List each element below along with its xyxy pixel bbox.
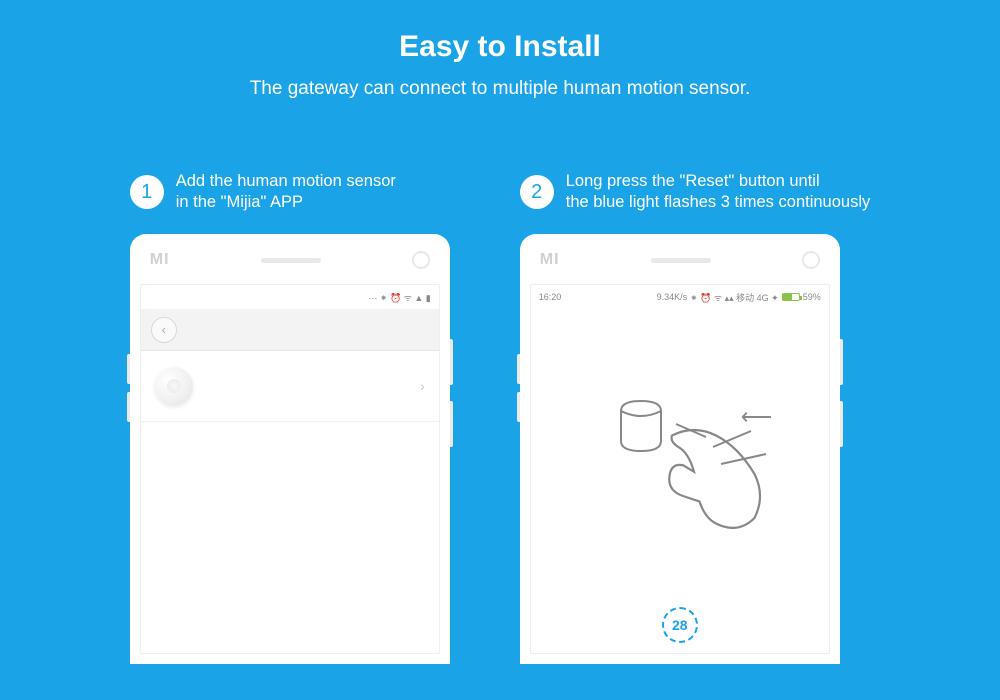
battery-percent: 59%: [803, 292, 821, 302]
step-2-header: 2 Long press the "Reset" button until th…: [520, 170, 871, 214]
phone-1-statusbar: ⋯ ⁕ ⏰ ᯤ ▲ ▮: [141, 285, 439, 309]
step-2-text: Long press the "Reset" button until the …: [566, 171, 871, 214]
phone-2-screen: 16:20 9.34K/s ⁕ ⏰ ᯤ ▴▴ 移动 4G ✦ 59%: [530, 284, 830, 654]
hand-pressing-icon: [631, 419, 781, 529]
phone-1-right-buttons: [450, 339, 453, 463]
chevron-right-icon: ›: [420, 378, 425, 394]
phone-2-top: MI: [530, 242, 830, 278]
status-netspeed: 9.34K/s: [657, 292, 688, 302]
step-2-line1: Long press the "Reset" button until: [566, 172, 820, 190]
reset-illustration: ⟵: [531, 309, 829, 569]
step-1-badge: 1: [130, 175, 164, 209]
phone-2-right-buttons: [840, 339, 843, 463]
motion-sensor-icon: [155, 367, 193, 405]
mi-logo-icon: MI: [150, 251, 170, 269]
statusbar-icons: ⋯ ⁕ ⏰ ᯤ ▲ ▮: [368, 291, 430, 304]
phone-1-screen: ⋯ ⁕ ⏰ ᯤ ▲ ▮ ‹ ›: [140, 284, 440, 654]
app-header: ‹: [141, 309, 439, 351]
phone-2: MI 16:20 9.34K/s ⁕ ⏰ ᯤ ▴▴ 移动 4G ✦ 59%: [520, 234, 840, 664]
phone-1-top: MI: [140, 242, 440, 278]
phone-2-statusbar: 16:20 9.34K/s ⁕ ⏰ ᯤ ▴▴ 移动 4G ✦ 59%: [531, 285, 829, 309]
device-list-item[interactable]: ›: [141, 351, 439, 422]
mi-logo-icon: MI: [540, 251, 560, 269]
back-button[interactable]: ‹: [151, 317, 177, 343]
speaker-icon: [261, 258, 321, 263]
phone-2-left-buttons: [517, 354, 520, 430]
step-1-header: 1 Add the human motion sensor in the "Mi…: [130, 170, 450, 214]
status-time: 16:20: [539, 292, 562, 302]
speaker-icon: [651, 258, 711, 263]
page-title: Easy to Install: [0, 30, 1000, 64]
step-1: 1 Add the human motion sensor in the "Mi…: [130, 170, 450, 664]
step-1-text: Add the human motion sensor in the "Miji…: [176, 171, 396, 214]
battery-icon: [782, 293, 800, 301]
header: Easy to Install The gateway can connect …: [0, 0, 1000, 100]
chevron-left-icon: ‹: [162, 322, 166, 337]
countdown-timer: 28: [662, 607, 698, 643]
camera-icon: [412, 251, 430, 269]
steps-row: 1 Add the human motion sensor in the "Mi…: [0, 170, 1000, 664]
step-2-badge: 2: [520, 175, 554, 209]
step-1-line1: Add the human motion sensor: [176, 172, 396, 190]
phone-1-left-buttons: [127, 354, 130, 430]
step-2: 2 Long press the "Reset" button until th…: [520, 170, 871, 664]
phone-1: MI ⋯ ⁕ ⏰ ᯤ ▲ ▮ ‹ ›: [130, 234, 450, 664]
step-2-line2: the blue light flashes 3 times continuou…: [566, 193, 871, 211]
status-icons: ⁕ ⏰ ᯤ ▴▴ 移动 4G ✦: [690, 291, 779, 304]
page-subtitle: The gateway can connect to multiple huma…: [0, 78, 1000, 100]
step-1-line2: in the "Mijia" APP: [176, 193, 303, 211]
camera-icon: [802, 251, 820, 269]
arrow-left-icon: ⟵: [741, 404, 773, 430]
